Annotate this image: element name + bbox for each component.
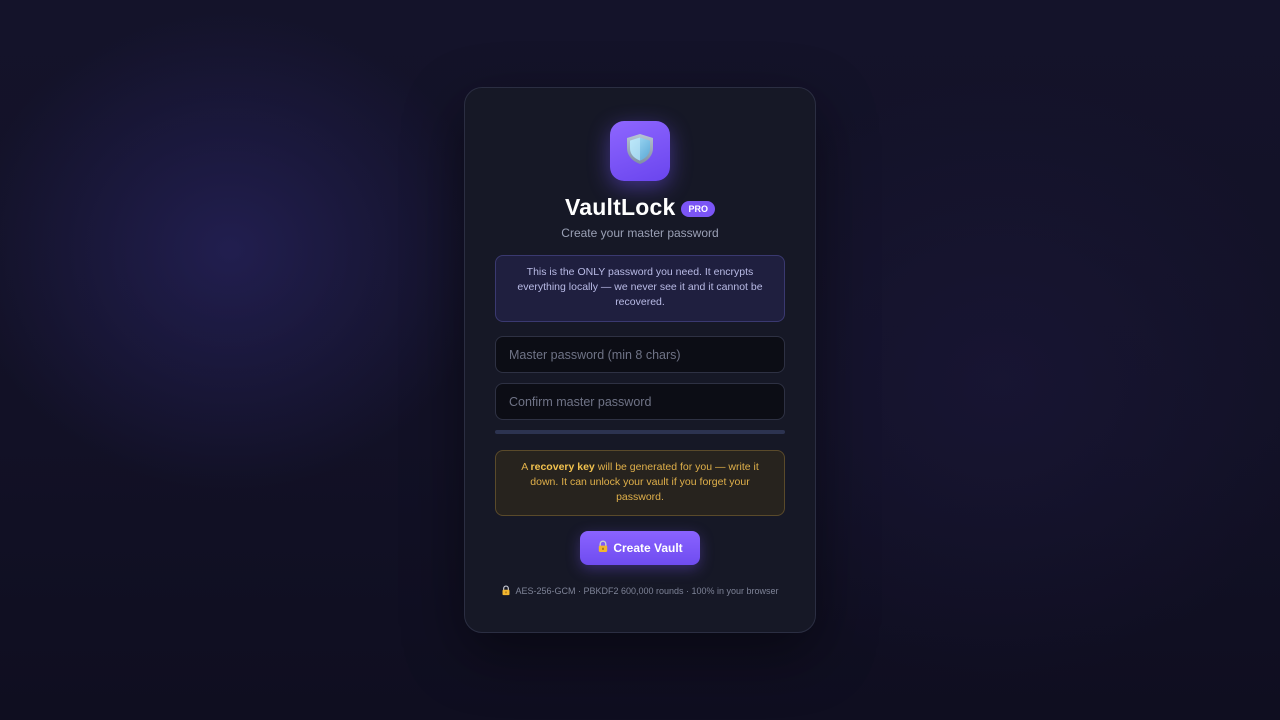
password-strength-bar — [495, 430, 785, 434]
pro-badge: PRO — [681, 201, 715, 217]
title-row: VaultLock PRO — [465, 194, 815, 221]
info-notice: This is the ONLY password you need. It e… — [495, 255, 785, 322]
recovery-key-highlight: recovery key — [530, 461, 595, 473]
recovery-key-notice: A recovery key will be generated for you… — [495, 450, 785, 516]
lock-icon — [597, 540, 609, 556]
page-subtitle: Create your master password — [561, 226, 719, 240]
shield-icon — [624, 132, 656, 171]
create-vault-label: Create Vault — [613, 541, 683, 555]
app-logo — [610, 121, 670, 181]
security-footer-text: AES-256-GCM · PBKDF2 600,000 rounds · 10… — [515, 585, 779, 596]
lock-icon — [501, 585, 511, 596]
confirm-password-input[interactable] — [495, 383, 785, 420]
security-footer: AES-256-GCM · PBKDF2 600,000 rounds · 10… — [465, 585, 815, 596]
info-notice-text: This is the ONLY password you need. It e… — [517, 266, 763, 308]
app-title: VaultLock — [565, 194, 676, 220]
recovery-prefix: A — [521, 461, 531, 473]
setup-card: VaultLock PRO Create your master passwor… — [464, 87, 816, 633]
create-vault-button[interactable]: Create Vault — [580, 531, 700, 565]
master-password-input[interactable] — [495, 336, 785, 373]
